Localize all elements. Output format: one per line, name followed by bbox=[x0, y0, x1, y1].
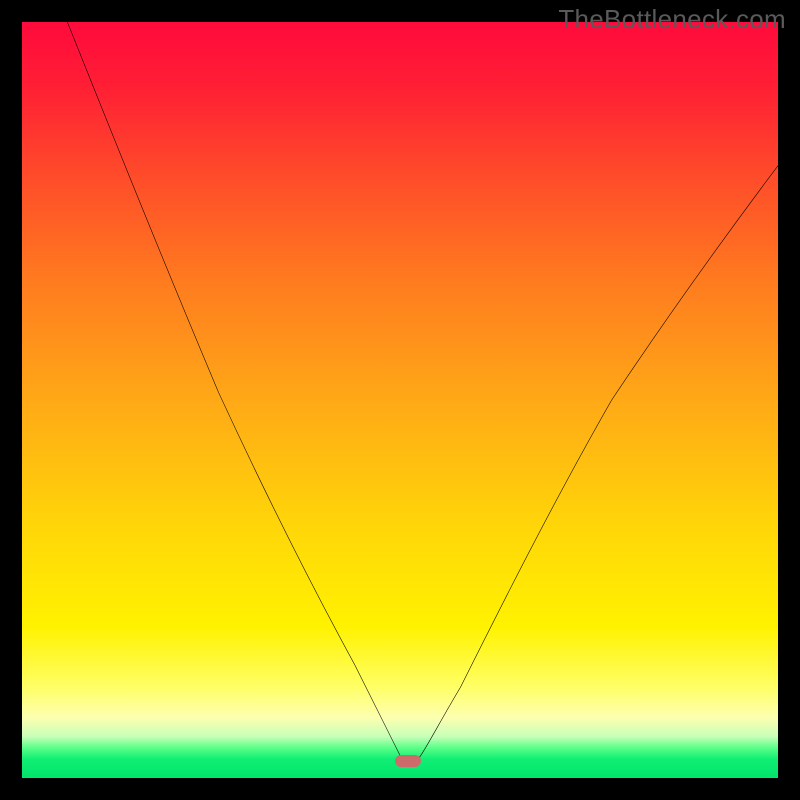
curve-left-branch bbox=[67, 22, 415, 763]
bottleneck-curve bbox=[22, 22, 778, 778]
chart-container: TheBottleneck.com bbox=[0, 0, 800, 800]
plot-area bbox=[22, 22, 778, 778]
optimal-point-marker bbox=[395, 755, 421, 767]
watermark-text: TheBottleneck.com bbox=[558, 4, 786, 35]
curve-right-branch bbox=[415, 166, 778, 763]
